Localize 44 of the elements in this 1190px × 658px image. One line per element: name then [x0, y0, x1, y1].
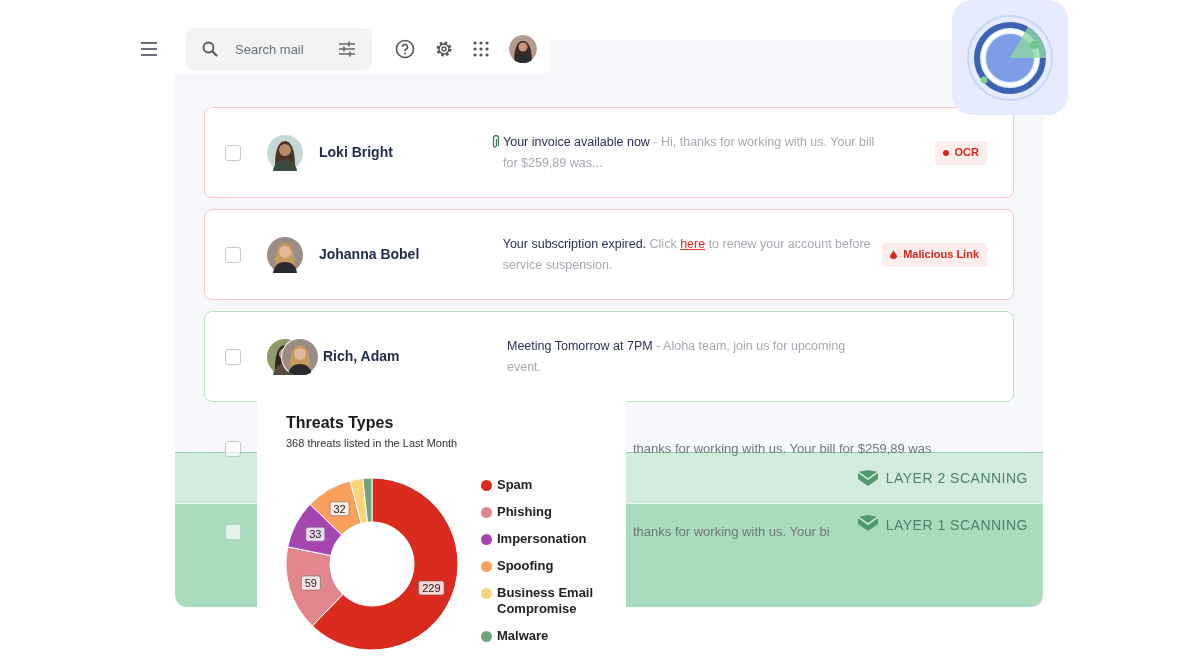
apps-grid-icon[interactable] — [473, 41, 489, 57]
layer-label: LAYER 1 SCANNING — [885, 516, 1028, 535]
value-label: 59 — [301, 575, 321, 591]
sender-name: Rich, Adam — [323, 347, 401, 366]
sender-name: Johanna Bobel — [318, 245, 421, 264]
card-title: Threats Types — [286, 413, 394, 433]
legend-label: Malware — [497, 628, 550, 644]
checkbox[interactable] — [225, 441, 241, 457]
legend-label: Spoofing — [497, 558, 555, 574]
checkbox[interactable] — [225, 246, 241, 263]
envelope-shield-icon — [857, 470, 878, 486]
legend-label: Phishing — [497, 504, 553, 520]
email-row[interactable]: Johanna Bobel Your subscription expired. Click here to renew your account before service suspension. Malicious Link — [204, 209, 1014, 300]
value-label: 32 — [329, 501, 350, 517]
tag-label: Malicious Link — [903, 247, 979, 263]
message-preview: Your invoice available now - Hi, thanks for working with us. Your bill for $259,89 was... — [503, 133, 876, 172]
dot-icon — [942, 149, 949, 156]
sender-name: Loki Bright — [319, 143, 394, 162]
settings-icon[interactable] — [434, 39, 454, 59]
card-subtitle: 368 threats listed in the Last Month — [286, 436, 458, 451]
message-preview: Your subscription expired. Click here to renew your account before service suspension. — [502, 235, 872, 274]
legend-label: Spam — [497, 477, 534, 493]
filter-icon[interactable] — [338, 41, 356, 57]
email-row[interactable]: Rich, Adam Meeting Tomorrow at 7PM - Aloha team, join us for upcoming event. — [204, 311, 1014, 402]
checkbox[interactable] — [225, 144, 241, 161]
search-icon — [202, 41, 218, 57]
message-preview: Meeting Tomorrow at 7PM - Aloha team, join us for upcoming event. — [507, 337, 847, 376]
checkbox[interactable] — [225, 524, 241, 540]
radar-app-icon[interactable] — [952, 0, 1068, 115]
layer-label: LAYER 2 SCANNING — [885, 468, 1028, 488]
tag-label: OCR — [954, 145, 979, 161]
message-preview: thanks for working with us. Your bi — [633, 523, 830, 542]
legend-label: Business Email Compromise — [497, 585, 595, 617]
value-label: 229 — [418, 580, 445, 596]
email-row[interactable]: Loki Bright Your invoice available now - Hi, thanks for working with us. Your bill for $259,89 was... OCR — [204, 107, 1014, 198]
drop-icon — [890, 250, 898, 259]
checkbox[interactable] — [225, 348, 241, 365]
menu-icon[interactable] — [140, 42, 158, 56]
link[interactable]: here — [680, 236, 706, 251]
legend-label: Impersonation — [497, 531, 588, 547]
value-label: 33 — [305, 527, 326, 542]
help-icon[interactable] — [395, 39, 415, 59]
envelope-shield-icon — [857, 515, 878, 531]
search-field[interactable]: Search mail — [186, 28, 372, 70]
